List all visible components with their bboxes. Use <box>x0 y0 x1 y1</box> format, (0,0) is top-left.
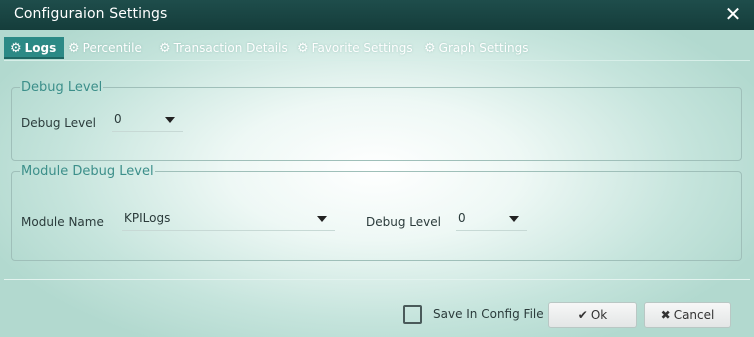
tab-transaction-details[interactable]: ⚙ Transaction Details <box>159 37 288 59</box>
tab-favorite-settings-label: Favorite Settings <box>311 41 413 55</box>
tab-percentile[interactable]: ⚙ Percentile <box>68 37 142 59</box>
close-icon: ✖ <box>660 308 671 322</box>
debug-level-legend: Debug Level <box>21 80 103 95</box>
configuration-dialog: Configuraion Settings ✕ ⚙ Logs ⚙ Percentil… <box>0 0 754 337</box>
ok-button[interactable]: ✔ Ok <box>548 302 637 328</box>
debug-level-select[interactable]: 0 <box>112 108 183 132</box>
gear-icon: ⚙ <box>68 41 80 56</box>
chevron-down-icon <box>317 216 327 222</box>
tab-percentile-label: Percentile <box>82 41 142 55</box>
cancel-button[interactable]: ✖ Cancel <box>644 302 731 328</box>
dialog-titlebar: Configuraion Settings ✕ <box>0 0 754 30</box>
debug-level-label: Debug Level <box>21 116 96 130</box>
check-icon: ✔ <box>577 308 588 322</box>
save-in-config-label: Save In Config File <box>433 307 544 321</box>
save-in-config-checkbox[interactable] <box>403 305 422 324</box>
module-debug-level-group: Module Debug Level <box>11 164 742 261</box>
gear-icon: ⚙ <box>159 41 171 56</box>
gear-icon: ⚙ <box>10 41 22 56</box>
tabs-divider <box>4 60 750 61</box>
module-debug-level-legend: Module Debug Level <box>21 164 154 179</box>
ok-button-label: Ok <box>590 308 608 322</box>
module-name-value: KPILogs <box>124 211 171 225</box>
gear-icon: ⚙ <box>424 41 436 56</box>
gear-icon: ⚙ <box>297 41 309 56</box>
module-name-label: Module Name <box>21 215 104 229</box>
tab-logs[interactable]: ⚙ Logs <box>4 37 65 59</box>
chevron-down-icon <box>165 117 175 123</box>
dialog-title: Configuraion Settings <box>14 6 168 22</box>
module-debug-level-label: Debug Level <box>366 215 441 229</box>
close-icon[interactable]: ✕ <box>722 3 744 25</box>
tab-logs-label: Logs <box>24 41 57 55</box>
module-name-select[interactable]: KPILogs <box>122 207 335 231</box>
module-debug-level-select[interactable]: 0 <box>456 207 527 231</box>
debug-level-value: 0 <box>114 112 122 126</box>
tab-graph-settings[interactable]: ⚙ Graph Settings <box>424 37 529 59</box>
footer-divider <box>4 279 750 280</box>
tab-transaction-details-label: Transaction Details <box>173 41 288 55</box>
module-debug-level-value: 0 <box>458 211 466 225</box>
tab-graph-settings-label: Graph Settings <box>438 41 529 55</box>
chevron-down-icon <box>509 216 519 222</box>
cancel-button-label: Cancel <box>673 308 715 322</box>
tab-favorite-settings[interactable]: ⚙ Favorite Settings <box>297 37 413 59</box>
